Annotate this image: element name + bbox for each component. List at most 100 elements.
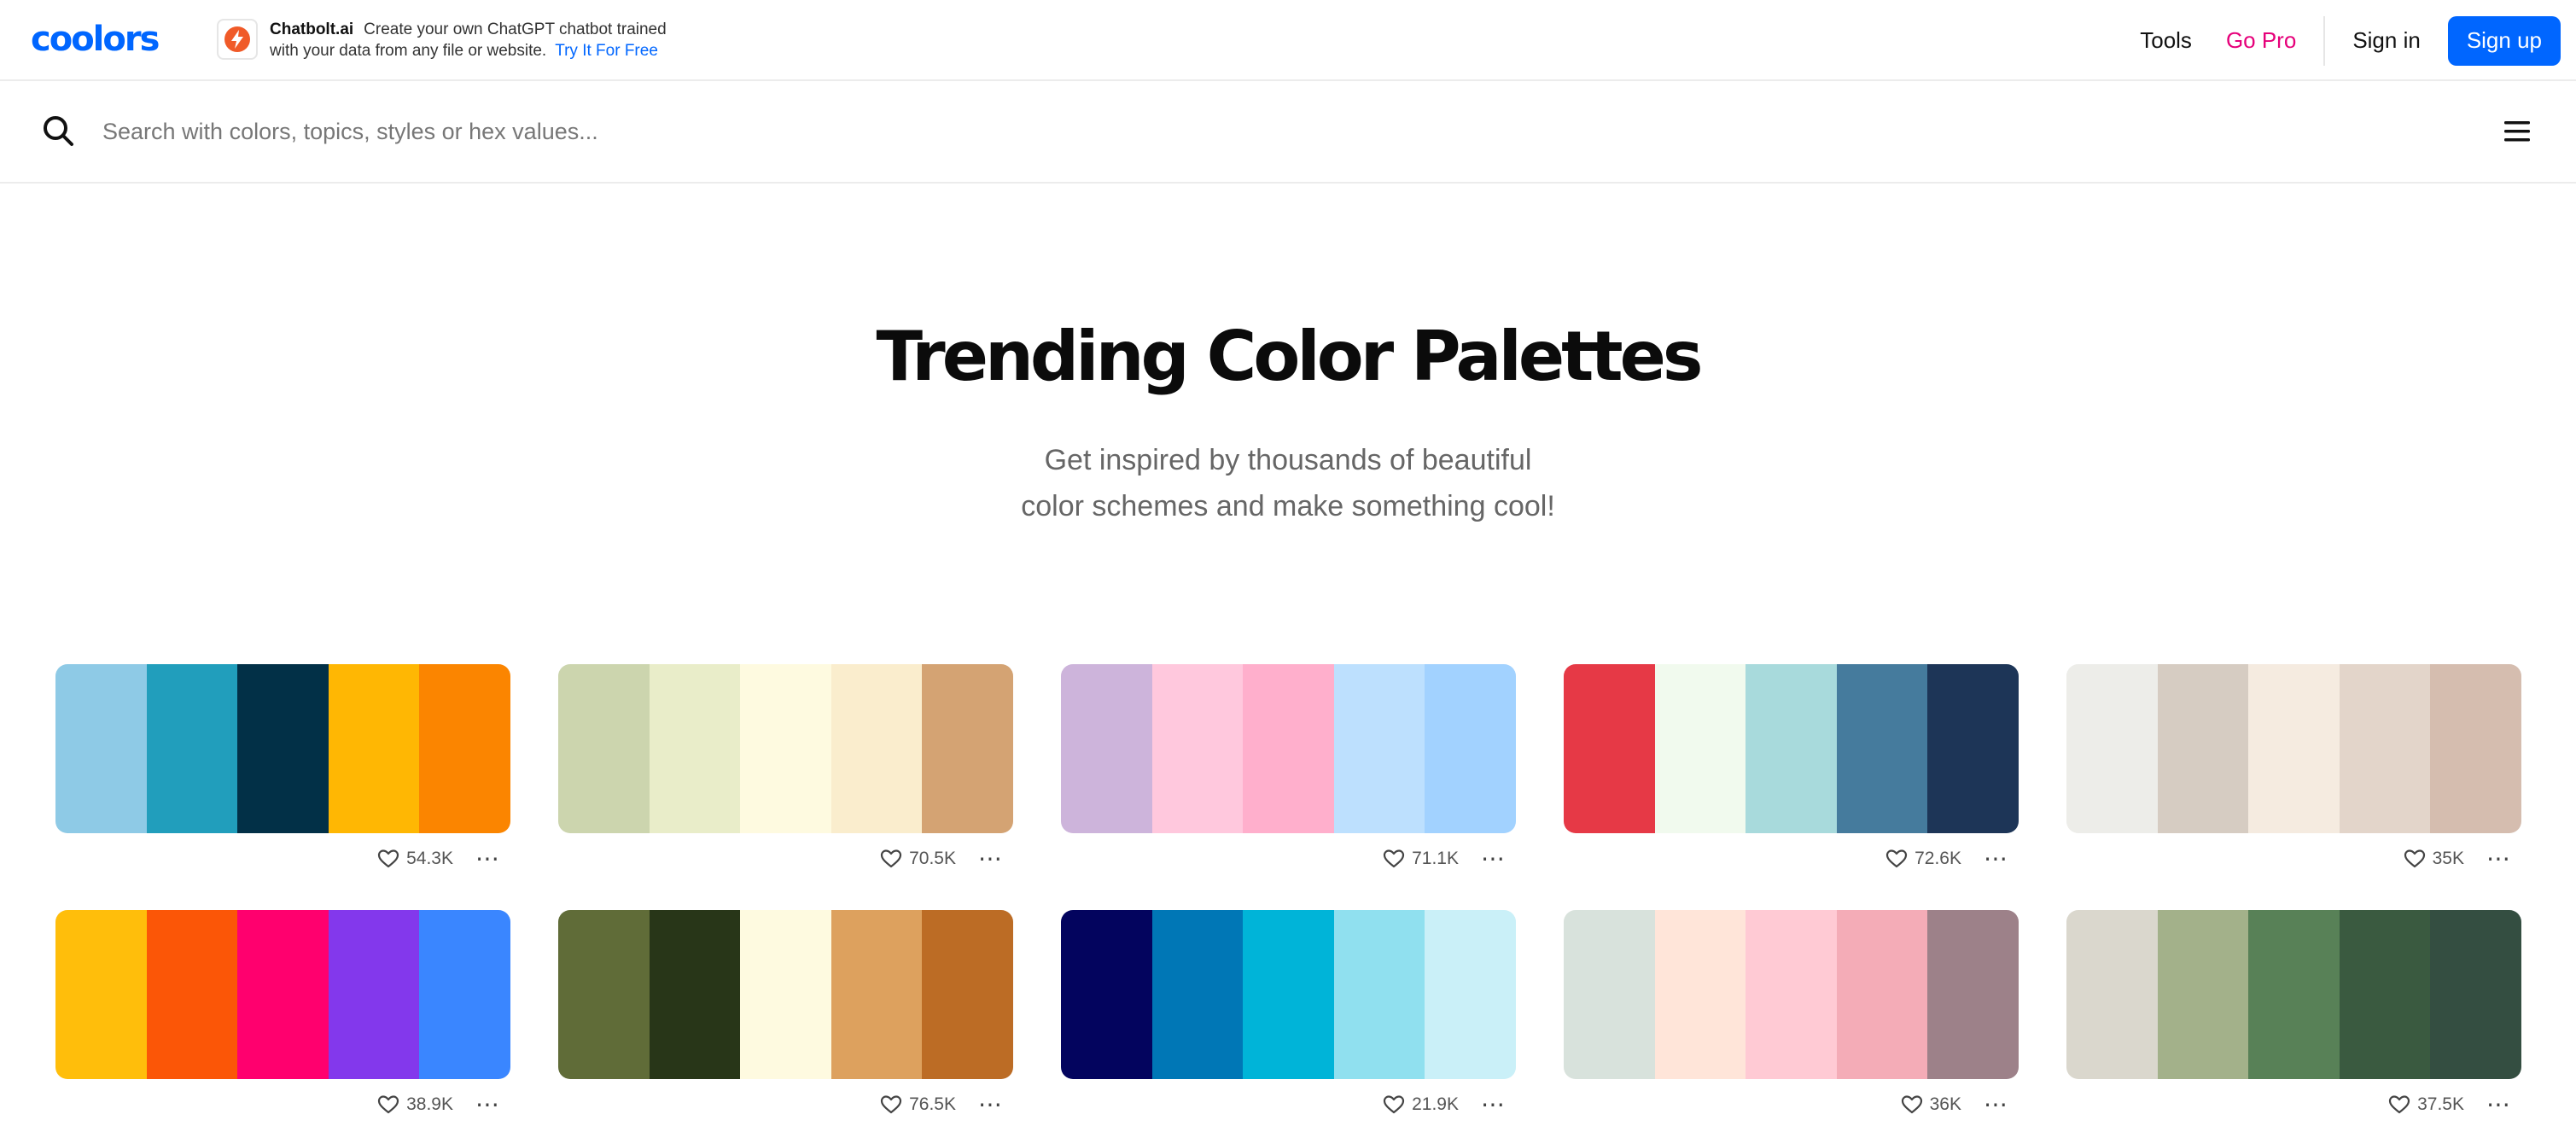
color-swatch[interactable]: [558, 664, 650, 833]
color-swatch[interactable]: [1061, 910, 1152, 1079]
palette-swatches[interactable]: [1564, 910, 2019, 1079]
color-swatch[interactable]: [1746, 664, 1837, 833]
nav-tools-link[interactable]: Tools: [2140, 27, 2192, 54]
palette-swatches[interactable]: [1564, 664, 2019, 833]
color-swatch[interactable]: [1243, 910, 1334, 1079]
color-swatch[interactable]: [1836, 910, 1928, 1079]
search-input[interactable]: [102, 110, 1639, 153]
color-swatch[interactable]: [2339, 910, 2431, 1079]
palette-swatches[interactable]: [55, 910, 510, 1079]
more-dots-icon[interactable]: ⋯: [978, 1093, 1003, 1117]
palette-card[interactable]: 35K ⋯: [2066, 664, 2521, 884]
nav-gopro-link[interactable]: Go Pro: [2226, 27, 2296, 54]
color-swatch[interactable]: [2157, 664, 2249, 833]
color-swatch[interactable]: [1425, 910, 1516, 1079]
color-swatch[interactable]: [1654, 664, 1746, 833]
color-swatch[interactable]: [419, 910, 510, 1079]
heart-icon[interactable]: [1901, 1094, 1923, 1115]
sign-in-link[interactable]: Sign in: [2352, 27, 2421, 54]
color-swatch[interactable]: [2430, 664, 2521, 833]
palette-swatches[interactable]: [1061, 910, 1516, 1079]
heart-icon[interactable]: [1885, 849, 1908, 869]
palette-card[interactable]: 72.6K ⋯: [1564, 664, 2019, 884]
color-swatch[interactable]: [2066, 664, 2158, 833]
color-swatch[interactable]: [1564, 910, 1655, 1079]
palette-card[interactable]: 36K ⋯: [1564, 910, 2019, 1130]
color-swatch[interactable]: [2248, 664, 2340, 833]
color-swatch[interactable]: [2339, 664, 2431, 833]
heart-icon[interactable]: [880, 1094, 902, 1115]
color-swatch[interactable]: [922, 910, 1013, 1079]
color-swatch[interactable]: [740, 910, 831, 1079]
sign-up-button[interactable]: Sign up: [2447, 15, 2561, 66]
palette-card[interactable]: 37.5K ⋯: [2066, 910, 2521, 1130]
color-swatch[interactable]: [1564, 664, 1655, 833]
more-dots-icon[interactable]: ⋯: [2486, 1093, 2511, 1117]
search-icon[interactable]: [41, 114, 75, 148]
color-swatch[interactable]: [2066, 910, 2158, 1079]
hamburger-menu-icon[interactable]: [2503, 119, 2532, 144]
palette-card[interactable]: 76.5K ⋯: [558, 910, 1013, 1130]
ad-cta-link[interactable]: Try It For Free: [555, 42, 658, 60]
palette-swatches[interactable]: [55, 664, 510, 833]
color-swatch[interactable]: [146, 664, 238, 833]
color-swatch[interactable]: [328, 910, 420, 1079]
color-swatch[interactable]: [1836, 664, 1928, 833]
color-swatch[interactable]: [830, 910, 923, 1079]
more-dots-icon[interactable]: ⋯: [1984, 1093, 2008, 1117]
more-dots-icon[interactable]: ⋯: [1984, 847, 2008, 871]
color-swatch[interactable]: [1333, 664, 1425, 833]
color-swatch[interactable]: [1061, 664, 1152, 833]
color-swatch[interactable]: [2157, 910, 2249, 1079]
palette-card[interactable]: 71.1K ⋯: [1061, 664, 1516, 884]
color-swatch[interactable]: [1151, 664, 1244, 833]
more-dots-icon[interactable]: ⋯: [475, 1093, 500, 1117]
color-swatch[interactable]: [2430, 910, 2521, 1079]
palette-card[interactable]: 54.3K ⋯: [55, 664, 510, 884]
color-swatch[interactable]: [1746, 910, 1837, 1079]
color-swatch[interactable]: [1927, 910, 2019, 1079]
more-dots-icon[interactable]: ⋯: [475, 847, 500, 871]
heart-icon[interactable]: [377, 1094, 399, 1115]
palette-swatches[interactable]: [1061, 664, 1516, 833]
color-swatch[interactable]: [1425, 664, 1516, 833]
more-dots-icon[interactable]: ⋯: [1481, 1093, 1506, 1117]
palette-swatches[interactable]: [2066, 664, 2521, 833]
palette-swatches[interactable]: [558, 664, 1013, 833]
color-swatch[interactable]: [1151, 910, 1244, 1079]
color-swatch[interactable]: [1243, 664, 1334, 833]
color-swatch[interactable]: [1333, 910, 1425, 1079]
palette-card[interactable]: 21.9K ⋯: [1061, 910, 1516, 1130]
color-swatch[interactable]: [558, 910, 650, 1079]
palette-swatches[interactable]: [2066, 910, 2521, 1079]
coolors-logo[interactable]: coolors: [31, 22, 160, 56]
color-swatch[interactable]: [922, 664, 1013, 833]
heart-icon[interactable]: [1383, 849, 1405, 869]
more-dots-icon[interactable]: ⋯: [1481, 847, 1506, 871]
color-swatch[interactable]: [2248, 910, 2340, 1079]
heart-icon[interactable]: [2404, 849, 2426, 869]
heart-icon[interactable]: [880, 849, 902, 869]
heart-icon[interactable]: [1383, 1094, 1405, 1115]
sponsored-ad[interactable]: Chatbolt.ai Create your own ChatGPT chatb…: [217, 19, 667, 61]
color-swatch[interactable]: [55, 910, 147, 1079]
color-swatch[interactable]: [146, 910, 238, 1079]
more-dots-icon[interactable]: ⋯: [978, 847, 1003, 871]
palette-card[interactable]: 70.5K ⋯: [558, 664, 1013, 884]
heart-icon[interactable]: [2388, 1094, 2410, 1115]
color-swatch[interactable]: [237, 910, 329, 1079]
color-swatch[interactable]: [55, 664, 147, 833]
palette-card[interactable]: 38.9K ⋯: [55, 910, 510, 1130]
color-swatch[interactable]: [830, 664, 923, 833]
color-swatch[interactable]: [237, 664, 329, 833]
more-dots-icon[interactable]: ⋯: [2486, 847, 2511, 871]
palette-swatches[interactable]: [558, 910, 1013, 1079]
color-swatch[interactable]: [1927, 664, 2019, 833]
color-swatch[interactable]: [1654, 910, 1746, 1079]
color-swatch[interactable]: [649, 664, 741, 833]
color-swatch[interactable]: [419, 664, 510, 833]
color-swatch[interactable]: [649, 910, 741, 1079]
color-swatch[interactable]: [740, 664, 831, 833]
heart-icon[interactable]: [377, 849, 399, 869]
color-swatch[interactable]: [328, 664, 420, 833]
